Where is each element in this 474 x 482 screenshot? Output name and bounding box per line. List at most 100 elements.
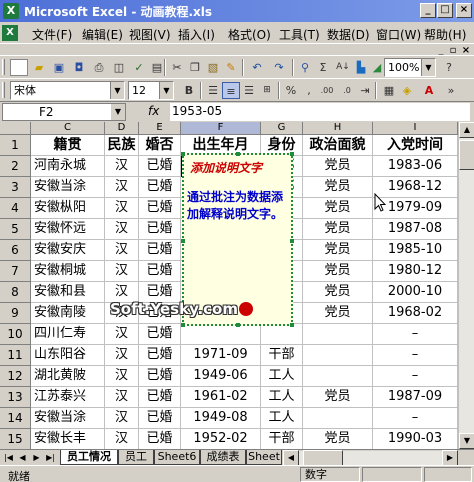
- menu-data[interactable]: 数据(D): [327, 26, 370, 43]
- row-header[interactable]: 9: [0, 303, 31, 324]
- resize-handle[interactable]: [181, 239, 185, 243]
- chevron-down-icon[interactable]: ▼: [111, 104, 125, 120]
- table-cell[interactable]: 汉: [105, 198, 139, 219]
- row-header[interactable]: 4: [0, 198, 31, 219]
- resize-handle[interactable]: [290, 239, 294, 243]
- column-header[interactable]: I: [373, 122, 458, 135]
- table-cell[interactable]: 已婚: [139, 198, 181, 219]
- column-header[interactable]: D: [105, 122, 139, 135]
- chevron-down-icon[interactable]: ▼: [421, 59, 435, 76]
- table-cell[interactable]: 1987-08: [373, 219, 458, 240]
- toolbar-grip[interactable]: [2, 82, 5, 98]
- insert-function-icon[interactable]: fx: [148, 104, 159, 118]
- table-cell[interactable]: 1952-02: [181, 429, 261, 449]
- undo-icon[interactable]: ↶: [248, 59, 266, 76]
- table-cell[interactable]: 四川仁寿: [31, 324, 105, 345]
- row-header[interactable]: 1: [0, 135, 31, 156]
- column-header[interactable]: F: [181, 122, 261, 135]
- menu-edit[interactable]: 编辑(E): [82, 26, 123, 43]
- row-header[interactable]: 5: [0, 219, 31, 240]
- table-cell[interactable]: 湖北黄陂: [31, 366, 105, 387]
- next-sheet-icon[interactable]: ▶: [30, 451, 43, 464]
- name-box[interactable]: F2 ▼: [2, 103, 126, 121]
- font-size-select[interactable]: 12 ▼: [128, 81, 174, 100]
- table-cell[interactable]: 党员: [303, 240, 373, 261]
- hyperlink-icon[interactable]: ⚲: [296, 59, 314, 76]
- table-header-cell[interactable]: 民族: [105, 135, 139, 156]
- table-cell[interactable]: 安徽长丰: [31, 429, 105, 449]
- table-cell[interactable]: 已婚: [139, 345, 181, 366]
- table-cell[interactable]: 已婚: [139, 366, 181, 387]
- table-cell[interactable]: 党员: [303, 177, 373, 198]
- table-cell[interactable]: 已婚: [139, 324, 181, 345]
- table-cell[interactable]: 安徽当涂: [31, 177, 105, 198]
- row-header[interactable]: 2: [0, 156, 31, 177]
- bold-icon[interactable]: B: [180, 82, 198, 99]
- toolbar-options-icon[interactable]: »: [442, 82, 460, 99]
- table-cell[interactable]: 汉: [105, 387, 139, 408]
- spelling-icon[interactable]: ✓: [130, 59, 148, 76]
- table-cell[interactable]: 党员: [303, 219, 373, 240]
- menu-file[interactable]: 文件(F): [32, 26, 72, 43]
- print-preview-icon[interactable]: ◫: [110, 59, 128, 76]
- scroll-down-icon[interactable]: ▼: [459, 433, 474, 449]
- scroll-up-icon[interactable]: ▲: [459, 122, 474, 138]
- scroll-left-icon[interactable]: ◀: [283, 450, 299, 466]
- table-cell[interactable]: 1983-06: [373, 156, 458, 177]
- vertical-scrollbar[interactable]: ▲ ▼: [458, 122, 474, 449]
- permission-icon[interactable]: ◘: [70, 59, 88, 76]
- table-cell[interactable]: 汉: [105, 366, 139, 387]
- decrease-decimal-icon[interactable]: .0: [338, 82, 356, 99]
- table-cell[interactable]: 已婚: [139, 240, 181, 261]
- table-cell[interactable]: 已婚: [139, 177, 181, 198]
- table-cell[interactable]: [261, 324, 303, 345]
- table-cell[interactable]: 党员: [303, 156, 373, 177]
- close-button[interactable]: ×: [456, 3, 472, 18]
- table-cell[interactable]: 安徽安庆: [31, 240, 105, 261]
- resize-handle[interactable]: [290, 152, 294, 156]
- table-cell[interactable]: 工人: [261, 387, 303, 408]
- copy-icon[interactable]: ❐: [186, 59, 204, 76]
- table-header-cell[interactable]: 婚否: [139, 135, 181, 156]
- menu-tools[interactable]: 工具(T): [279, 26, 320, 43]
- table-cell[interactable]: 已婚: [139, 429, 181, 449]
- table-cell[interactable]: 已婚: [139, 261, 181, 282]
- minimize-button[interactable]: _: [420, 3, 436, 18]
- table-cell[interactable]: [303, 408, 373, 429]
- tab-employee[interactable]: 员工: [118, 450, 154, 465]
- table-cell[interactable]: 1990-03: [373, 429, 458, 449]
- scroll-right-icon[interactable]: ▶: [442, 450, 458, 466]
- tab-sheet6[interactable]: Sheet6: [154, 450, 200, 465]
- table-cell[interactable]: 山东阳谷: [31, 345, 105, 366]
- resize-handle[interactable]: [236, 323, 240, 327]
- table-cell[interactable]: 1968-02: [373, 303, 458, 324]
- last-sheet-icon[interactable]: ▶|: [44, 451, 57, 464]
- select-all-button[interactable]: [0, 122, 31, 135]
- table-cell[interactable]: 汉: [105, 177, 139, 198]
- table-cell[interactable]: [303, 324, 373, 345]
- table-cell[interactable]: 2000-10: [373, 282, 458, 303]
- table-cell[interactable]: 汉: [105, 345, 139, 366]
- table-cell[interactable]: 汉: [105, 324, 139, 345]
- resize-handle[interactable]: [290, 323, 294, 327]
- table-cell[interactable]: 1987-09: [373, 387, 458, 408]
- row-header[interactable]: 15: [0, 429, 31, 449]
- table-cell[interactable]: 1949-08: [181, 408, 261, 429]
- table-cell[interactable]: 安徽和县: [31, 282, 105, 303]
- table-cell[interactable]: 河南永城: [31, 156, 105, 177]
- chevron-down-icon[interactable]: ▼: [110, 82, 124, 99]
- comma-style-icon[interactable]: ,: [300, 82, 318, 99]
- tab-employee-info[interactable]: 员工情况: [60, 450, 118, 465]
- table-cell[interactable]: 汉: [105, 429, 139, 449]
- row-header[interactable]: 12: [0, 366, 31, 387]
- table-cell[interactable]: 安徽怀远: [31, 219, 105, 240]
- menu-view[interactable]: 视图(V): [129, 26, 171, 43]
- worksheet-grid[interactable]: 添加说明文字 通过批注为数据添加解释说明文字。 Soft.Yesky.com C…: [0, 122, 458, 449]
- autosum-icon[interactable]: Σ: [314, 59, 332, 76]
- table-cell[interactable]: 汉: [105, 408, 139, 429]
- column-header[interactable]: E: [139, 122, 181, 135]
- new-icon[interactable]: [10, 59, 28, 76]
- redo-icon[interactable]: ↷: [270, 59, 288, 76]
- row-header[interactable]: 14: [0, 408, 31, 429]
- table-cell[interactable]: 已婚: [139, 387, 181, 408]
